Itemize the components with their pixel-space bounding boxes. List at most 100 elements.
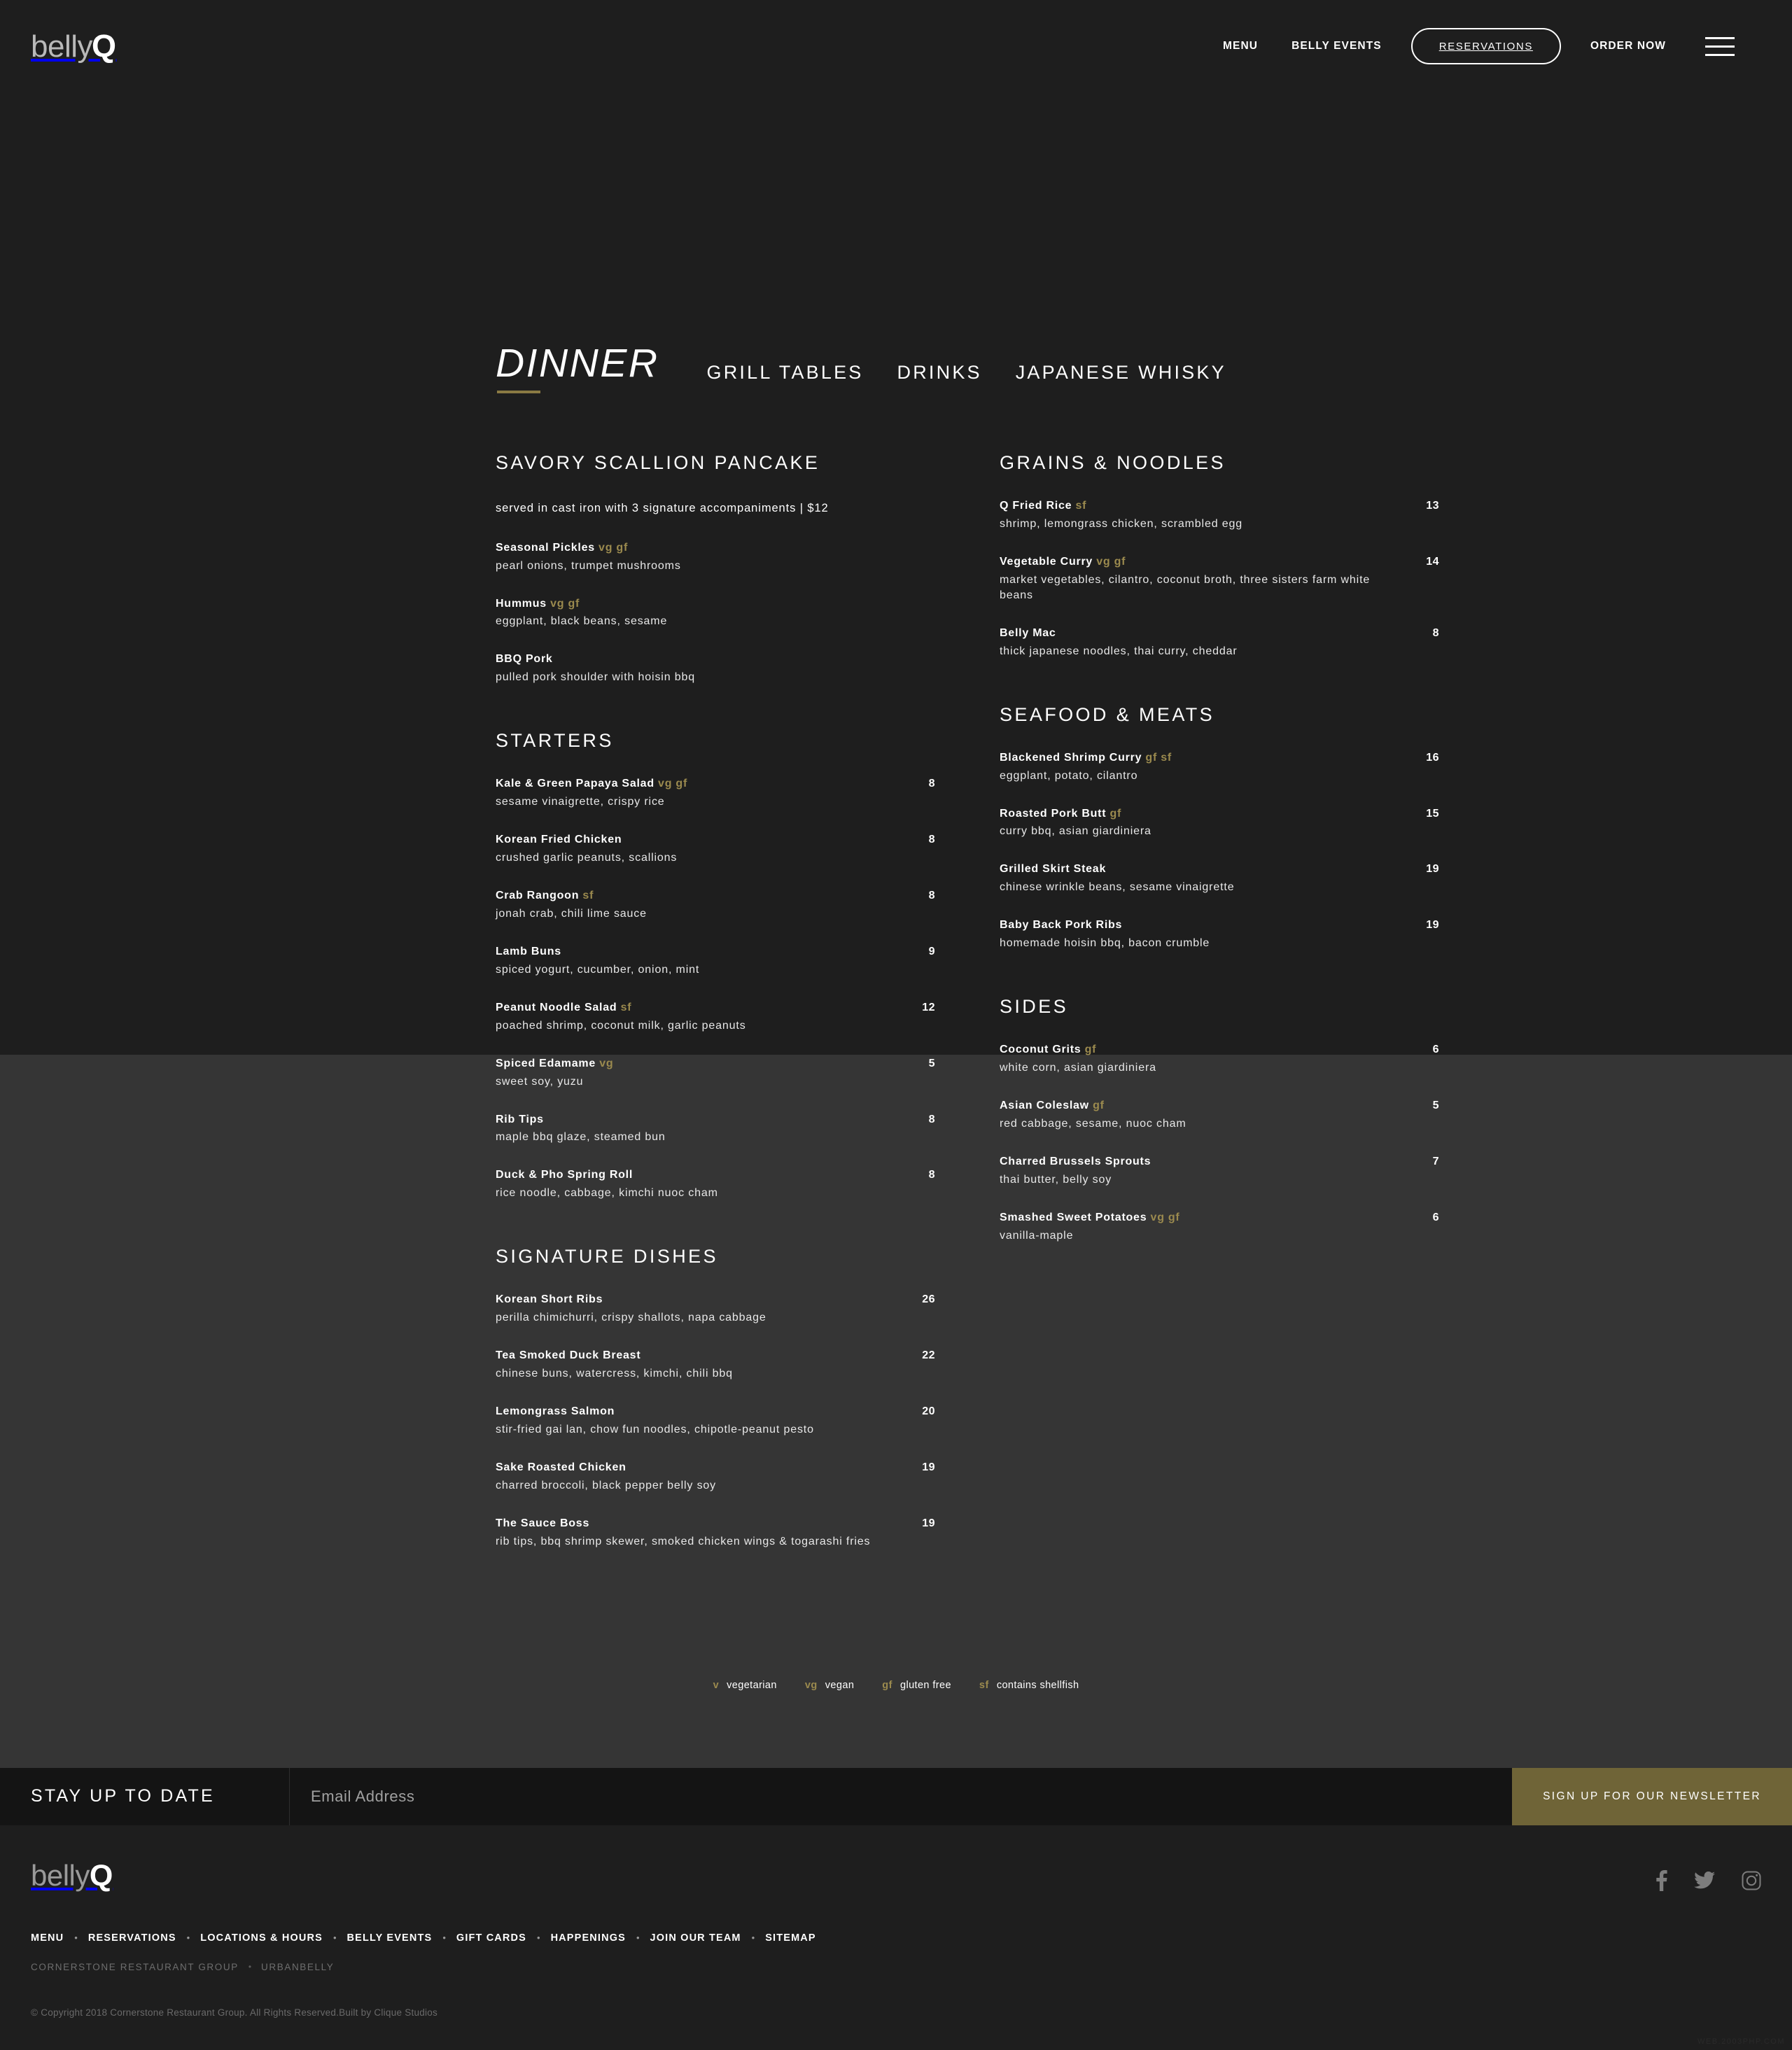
menu-item-dietary-tag: vg gf (594, 541, 629, 554)
menu-item-description: rib tips, bbq shrimp skewer, smoked chic… (496, 1535, 871, 1547)
menu-item-price: 5 (928, 1057, 935, 1069)
menu-item-row: Roasted Pork Butt gf 15 (1000, 807, 1439, 822)
menu-item-name: Seasonal Pickles vg gf (496, 541, 629, 554)
legend-item: v vegetarian (713, 1680, 777, 1691)
footer-nav-separator: • (636, 1932, 640, 1944)
brand-logo[interactable]: belly Q (31, 28, 117, 64)
hamburger-bar (1705, 45, 1735, 48)
newsletter-bar: STAY UP TO DATE SIGN UP FOR OUR NEWSLETT… (0, 1767, 1792, 1825)
menu-item-price: 13 (1426, 500, 1439, 512)
nav-item-order-now[interactable]: ORDER NOW (1574, 40, 1683, 52)
footer-nav-item[interactable]: MENU (31, 1932, 64, 1944)
menu-item-price: 26 (922, 1293, 935, 1306)
footer-nav-item[interactable]: BELLY EVENTS (347, 1932, 433, 1944)
nav-item-menu[interactable]: MENU (1206, 40, 1275, 52)
email-input[interactable] (290, 1767, 1512, 1825)
legend-item: gf gluten free (882, 1680, 951, 1691)
menu-item-description: maple bbq glaze, steamed bun (496, 1131, 666, 1144)
menu-item-row: Baby Back Pork Ribs 19 (1000, 918, 1439, 933)
menu-item-name: Peanut Noodle Salad sf (496, 1001, 632, 1013)
menu-item: Q Fried Rice sf 13 shrimp, lemongrass chic… (1000, 499, 1439, 532)
footer-nav-separator: • (186, 1932, 190, 1944)
menu-item-description: curry bbq, asian giardiniera (1000, 825, 1152, 838)
menu-item-description: jonah crab, chili lime sauce (496, 907, 647, 920)
page-title: DINNER (496, 344, 659, 393)
menu-item-description: spiced yogurt, cucumber, onion, mint (496, 963, 700, 976)
menu-item-dietary-tag: sf (1072, 500, 1087, 512)
legend-code: sf (979, 1679, 989, 1691)
footer-nav-item[interactable]: JOIN OUR TEAM (650, 1932, 741, 1944)
footer-nav-separator: • (442, 1932, 446, 1944)
footer-nav-item[interactable]: RESERVATIONS (88, 1932, 176, 1944)
menu-item-description: chinese wrinkle beans, sesame vinaigrett… (1000, 881, 1235, 894)
menu-inner: DINNER GRILL TABLES DRINKS JAPANESE WHIS… (0, 327, 1792, 1768)
footer-nav-separator: • (751, 1932, 755, 1944)
menu-item-price: 15 (1426, 807, 1439, 820)
tab-drinks[interactable]: DRINKS (881, 362, 999, 384)
footer-navigation: MENU • RESERVATIONS • LOCATIONS & HOURS • BELL… (31, 1932, 1761, 1944)
legend-label: vegan (825, 1679, 855, 1691)
site-footer: belly Q MENU • RESERVATIONS • LOCATIONS & HOU… (0, 1825, 1792, 2050)
menu-item-name: Korean Short Ribs (496, 1293, 603, 1306)
newsletter-signup-button[interactable]: SIGN UP FOR OUR NEWSLETTER (1512, 1767, 1792, 1825)
legend-code: gf (882, 1679, 892, 1691)
reservations-button[interactable]: RESERVATIONS (1410, 28, 1561, 64)
footer-nav-item[interactable]: LOCATIONS & HOURS (200, 1932, 323, 1944)
instagram-icon[interactable] (1742, 1871, 1761, 1890)
menu-item-name: Baby Back Pork Ribs (1000, 919, 1123, 932)
menu-item: Roasted Pork Butt gf 15 curry bbq, asian g… (1000, 807, 1439, 840)
footer-subnav-separator: • (248, 1962, 252, 1972)
footer-nav-item[interactable]: HAPPENINGS (551, 1932, 626, 1944)
menu-item-row: Rib Tips 8 (496, 1113, 935, 1128)
menu-item-row: Seasonal Pickles vg gf (496, 541, 935, 556)
menu-item-description: thai butter, belly soy (1000, 1173, 1112, 1186)
footer-top: belly Q (31, 1859, 1761, 1893)
menu-item-price: 8 (1432, 626, 1439, 639)
menu-item: Grilled Skirt Steak 19 chinese wrinkle bea… (1000, 862, 1439, 895)
menu-item-description: sesame vinaigrette, crispy rice (496, 796, 665, 808)
legend-code: v (713, 1679, 720, 1691)
menu-item-price: 12 (922, 1001, 935, 1013)
nav-item-belly-events[interactable]: BELLY EVENTS (1275, 40, 1399, 52)
menu-item-price: 19 (1426, 919, 1439, 932)
menu-item-row: Belly Mac 8 (1000, 626, 1439, 641)
hamburger-menu-icon[interactable] (1705, 36, 1735, 56)
menu-item: Peanut Noodle Salad sf 12 poached shrimp, … (496, 1001, 935, 1034)
menu-item-price: 5 (1432, 1100, 1439, 1112)
tab-japanese-whisky[interactable]: JAPANESE WHISKY (999, 362, 1243, 384)
menu-item-price: 14 (1426, 555, 1439, 568)
menu-item-price: 6 (1432, 1044, 1439, 1056)
menu-item-row: Vegetable Curry vg gf 14 (1000, 555, 1439, 570)
menu-header: DINNER GRILL TABLES DRINKS JAPANESE WHIS… (0, 327, 1792, 393)
footer-logo-text-bold: Q (89, 1858, 113, 1893)
menu-item-description: thick japanese noodles, thai curry, ched… (1000, 645, 1238, 657)
menu-item: Smashed Sweet Potatoes vg gf 6 vanilla-map… (1000, 1211, 1439, 1244)
menu-item-price: 19 (922, 1461, 935, 1473)
facebook-icon[interactable] (1656, 1869, 1667, 1891)
twitter-icon[interactable] (1694, 1872, 1715, 1889)
section-note: served in cast iron with 3 signature acc… (496, 502, 829, 514)
menu-item-row: Kale & Green Papaya Salad vg gf 8 (496, 777, 935, 792)
menu-item-row: Smashed Sweet Potatoes vg gf 6 (1000, 1211, 1439, 1226)
legend-label: gluten free (899, 1679, 951, 1691)
footer-subnav-item[interactable]: CORNERSTONE RESTAURANT GROUP (31, 1962, 239, 1972)
menu-item-price: 7 (1432, 1155, 1439, 1167)
footer-brand-logo[interactable]: belly Q (31, 1859, 113, 1893)
footer-nav-item[interactable]: SITEMAP (765, 1932, 816, 1944)
site-header: belly Q MENU BELLY EVENTS RESERVATIONS OR… (0, 0, 1792, 92)
menu-item-price: 19 (1426, 863, 1439, 876)
legend-code: vg (804, 1679, 818, 1691)
footer-nav-item[interactable]: GIFT CARDS (456, 1932, 526, 1944)
footer-nav-separator: • (332, 1932, 337, 1944)
menu-item-row: Duck & Pho Spring Roll 8 (496, 1168, 935, 1183)
menu-item-price: 20 (922, 1405, 935, 1418)
menu-item-description: crushed garlic peanuts, scallions (496, 852, 678, 864)
menu-column-right: GRAINS & NOODLES Q Fried Rice sf 13 shrimp,… (1000, 452, 1439, 1594)
menu-legend: v vegetarian vg vegan gf gluten free sf contain… (0, 1594, 1792, 1768)
menu-item-price: 8 (928, 1169, 935, 1181)
menu-item-row: Lamb Buns 9 (496, 945, 935, 960)
tab-grill-tables[interactable]: GRILL TABLES (690, 362, 881, 384)
menu-item-description: homemade hoisin bbq, bacon crumble (1000, 937, 1210, 950)
footer-subnav-item[interactable]: URBANBELLY (261, 1962, 334, 1972)
newsletter-title: STAY UP TO DATE (0, 1767, 290, 1825)
